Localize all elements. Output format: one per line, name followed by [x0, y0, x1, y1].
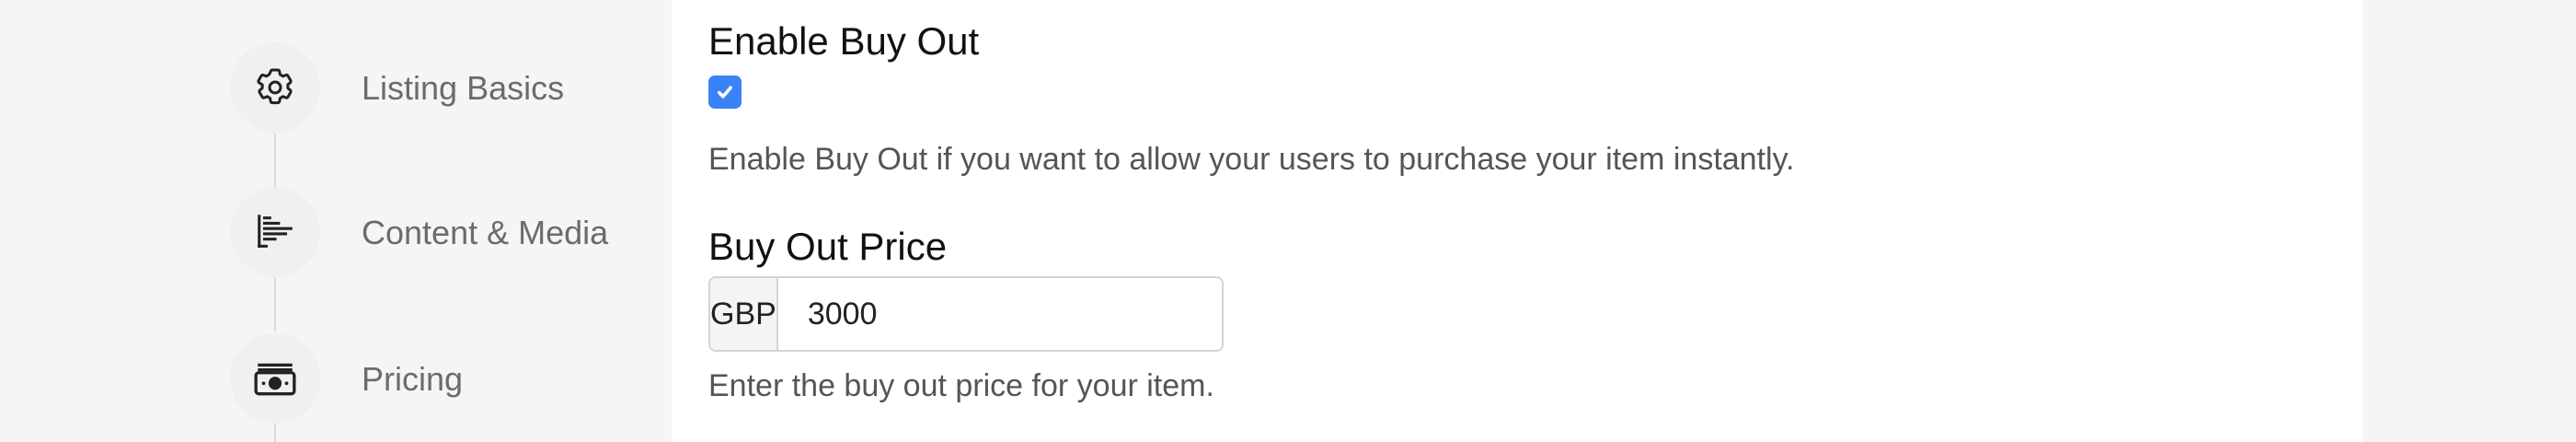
buy-out-price-title: Buy Out Price [708, 225, 948, 268]
step-label-pricing[interactable]: Pricing [362, 363, 463, 396]
content-lines-icon [258, 215, 293, 248]
banknote-icon [254, 363, 296, 396]
step-connector [274, 424, 276, 442]
step-connector [274, 134, 276, 187]
buy-out-price-input-group: GBP [708, 276, 1224, 352]
step-content-media[interactable] [230, 187, 320, 277]
gear-icon [257, 68, 293, 105]
currency-addon: GBP [710, 278, 778, 350]
step-label-content-media[interactable]: Content & Media [362, 216, 608, 250]
enable-buy-out-help: Enable Buy Out if you want to allow your… [708, 142, 1795, 177]
step-listing-basics[interactable] [230, 42, 320, 133]
buy-out-price-help: Enter the buy out price for your item. [708, 368, 1214, 403]
step-label-listing-basics[interactable]: Listing Basics [362, 72, 564, 105]
step-pricing[interactable] [230, 333, 320, 424]
step-connector [274, 278, 276, 332]
steps-sidebar: Listing Basics Content & Media Pricing [0, 0, 672, 442]
enable-buy-out-checkbox[interactable] [708, 76, 742, 109]
buy-out-price-input[interactable] [777, 278, 1222, 350]
form-panel: Enable Buy Out Enable Buy Out if you wan… [672, 0, 2363, 442]
checkmark-icon [718, 86, 732, 99]
enable-buy-out-title: Enable Buy Out [708, 19, 980, 63]
